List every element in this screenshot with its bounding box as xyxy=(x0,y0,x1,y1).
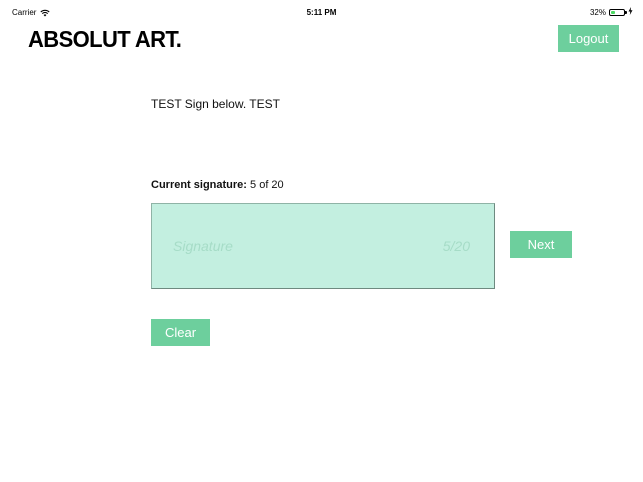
signature-placeholder: Signature xyxy=(173,238,233,254)
battery-icon xyxy=(609,8,627,16)
current-signature-value: 5 of 20 xyxy=(250,179,284,191)
status-right: 32% xyxy=(590,7,633,17)
signature-counter: 5/20 xyxy=(442,238,470,254)
current-signature-label: Current signature: xyxy=(151,179,247,191)
clear-button[interactable]: Clear xyxy=(151,319,210,346)
current-signature-status: Current signature: 5 of 20 xyxy=(151,179,284,191)
charging-icon xyxy=(628,7,633,17)
next-button[interactable]: Next xyxy=(510,231,572,258)
battery-cap xyxy=(625,10,627,14)
sign-instructions: TEST Sign below. TEST xyxy=(151,97,280,111)
battery-fill xyxy=(611,10,616,14)
absolut-art-logo: ABSOLUT ART. xyxy=(28,26,182,53)
signature-pad[interactable]: Signature 5/20 xyxy=(151,203,495,289)
status-time: 5:11 PM xyxy=(306,8,337,17)
status-bar: Carrier 5:11 PM 32% xyxy=(0,0,643,22)
page: Carrier 5:11 PM 32% ABSOLUT ART. Logout … xyxy=(0,0,643,482)
logout-button[interactable]: Logout xyxy=(558,25,619,52)
battery-percent: 32% xyxy=(589,7,606,17)
